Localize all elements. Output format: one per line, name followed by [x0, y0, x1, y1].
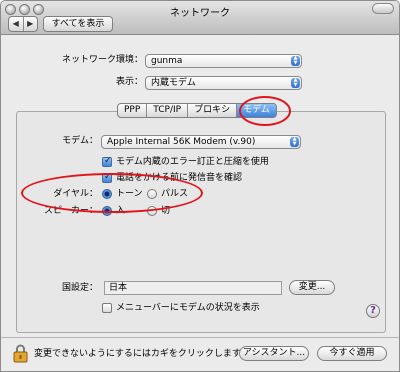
help-button[interactable]: ?	[366, 304, 380, 318]
network-preferences-window: ネットワーク ◀ ▶ すべてを表示 ネットワーク環境： gunma ▲ ▼ 表示：…	[0, 0, 400, 372]
modem-label: モデム：	[62, 136, 98, 146]
country-field: 日本	[104, 281, 282, 295]
toolbar-toggle-button[interactable]	[372, 3, 394, 14]
show-all-button[interactable]: すべてを表示	[43, 16, 113, 32]
footer-divider	[1, 337, 399, 338]
settings-tabs: PPP TCP/IP プロキシ モデム	[117, 103, 277, 118]
popup-arrows-icon: ▲ ▼	[291, 56, 300, 66]
country-label: 国設定：	[61, 283, 98, 293]
location-value: gunma	[151, 56, 183, 66]
dialing-label: ダイヤル：	[53, 189, 98, 199]
pulse-label: パルス	[161, 189, 189, 199]
modem-popup[interactable]: Apple Internal 56K Modem (v.90) ▲ ▼	[101, 135, 301, 149]
popup-arrows-icon: ▲ ▼	[290, 137, 299, 147]
back-forward-control: ◀ ▶	[8, 16, 38, 32]
error-correction-label: モデム内蔵のエラー訂正と圧縮を使用	[116, 157, 269, 167]
speaker-label: スピーカー：	[43, 206, 98, 216]
back-button[interactable]: ◀	[9, 17, 23, 31]
pulse-radio[interactable]	[147, 189, 157, 199]
menubar-status-checkbox[interactable]	[102, 303, 112, 313]
tab-ppp[interactable]: PPP	[118, 104, 146, 117]
location-popup[interactable]: gunma ▲ ▼	[145, 54, 302, 68]
tab-proxy[interactable]: プロキシ	[187, 104, 236, 117]
assistant-button[interactable]: アシスタント...	[239, 346, 309, 361]
apply-now-button[interactable]: 今すぐ適用	[317, 346, 387, 361]
error-correction-checkbox[interactable]	[102, 156, 112, 167]
tone-radio[interactable]	[102, 189, 112, 199]
speaker-on-radio[interactable]	[102, 206, 112, 216]
tab-modem[interactable]: モデム	[236, 104, 276, 117]
popup-arrows-icon: ▲ ▼	[291, 78, 300, 88]
lock-hint-text: 変更できないようにするにはカギをクリックします。	[34, 349, 250, 359]
change-country-button[interactable]: 変更...	[289, 280, 335, 295]
forward-button[interactable]: ▶	[22, 17, 38, 31]
location-label: ネットワーク環境：	[61, 55, 143, 65]
show-popup[interactable]: 内蔵モデム ▲ ▼	[145, 76, 302, 90]
tone-label: トーン	[116, 189, 143, 199]
menubar-status-label: メニューバーにモデムの状況を表示	[116, 303, 260, 313]
show-label: 表示：	[115, 77, 143, 87]
speaker-on-label: 入	[116, 206, 126, 216]
modem-value: Apple Internal 56K Modem (v.90)	[107, 137, 256, 147]
tab-tcpip[interactable]: TCP/IP	[146, 104, 187, 117]
lock-icon[interactable]	[13, 343, 28, 363]
speaker-off-label: 切	[161, 206, 171, 216]
title-bar: ネットワーク ◀ ▶ すべてを表示	[1, 1, 399, 35]
dial-tone-label: 電話をかける前に発信音を確認	[116, 173, 243, 183]
dial-tone-checkbox[interactable]	[102, 172, 112, 183]
show-value: 内蔵モデム	[151, 78, 196, 88]
speaker-off-radio[interactable]	[147, 206, 157, 216]
